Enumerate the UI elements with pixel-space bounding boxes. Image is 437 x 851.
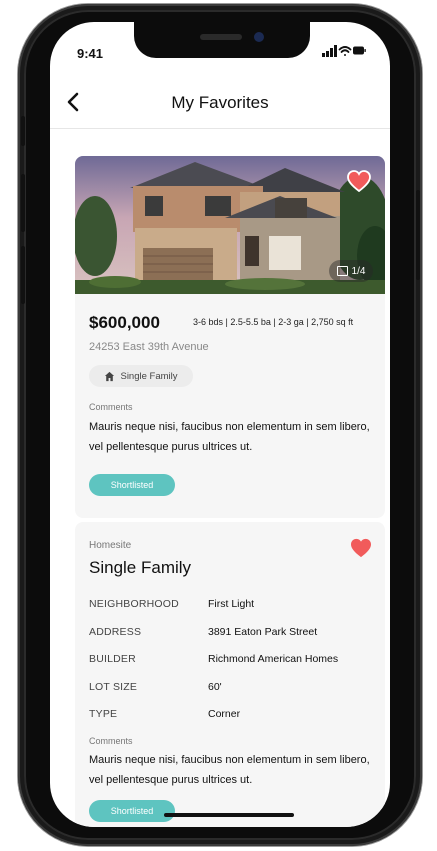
- comment-text: Mauris neque nisi, faucibus non elementu…: [89, 421, 370, 453]
- homesite-card[interactable]: Homesite Single Family NEIGHBORHOOD Firs…: [75, 522, 385, 827]
- property-type-chip: Single Family: [89, 365, 193, 387]
- detail-key-neighborhood: NEIGHBORHOOD: [89, 598, 179, 610]
- listing-card[interactable]: 1/4 $600,000 3-6 bds | 2.5-5.5 ba | 2-3 …: [75, 156, 385, 518]
- detail-value-address: 3891 Eaton Park Street: [208, 626, 318, 638]
- detail-value-neighborhood: First Light: [208, 598, 255, 610]
- app-screen: 9:41 My Favorites 1/4 $600,000 3-6 bds |…: [50, 22, 390, 827]
- comments-label: Comments: [89, 736, 133, 746]
- listing-address: 24253 East 39th Avenue: [89, 341, 209, 353]
- side-button-power: [416, 190, 420, 280]
- home-indicator: [164, 813, 294, 817]
- side-button-volume-up: [21, 174, 25, 232]
- detail-key-address: ADDRESS: [89, 626, 142, 638]
- listing-specs: 3-6 bds | 2.5-5.5 ba | 2-3 ga | 2,750 sq…: [193, 317, 354, 327]
- detail-key-type: TYPE: [89, 708, 118, 720]
- comment-text: Mauris neque nisi, faucibus non elementu…: [89, 754, 370, 786]
- camera: [254, 32, 264, 42]
- status-time: 9:41: [77, 46, 104, 61]
- battery-icon: [353, 46, 366, 55]
- listing-price: $600,000: [89, 313, 160, 332]
- home-icon: [105, 371, 115, 381]
- speaker: [200, 34, 242, 40]
- detail-key-lot-size: LOT SIZE: [89, 681, 138, 693]
- gallery-icon: [336, 266, 348, 276]
- detail-value-builder: Richmond American Homes: [208, 653, 339, 665]
- detail-value-lot-size: 60': [208, 681, 222, 693]
- homesite-title: Single Family: [89, 558, 192, 577]
- photo-counter-badge[interactable]: 1/4: [329, 260, 373, 282]
- heart-icon[interactable]: [350, 538, 372, 558]
- detail-key-builder: BUILDER: [89, 653, 136, 665]
- comments-label: Comments: [89, 402, 133, 412]
- photo-counter: 1/4: [351, 265, 366, 277]
- nav-bar: My Favorites: [50, 80, 390, 129]
- property-type-label: Single Family: [120, 370, 178, 382]
- wifi-icon: [338, 46, 352, 56]
- shortlisted-button[interactable]: Shortlisted: [89, 474, 175, 496]
- heart-icon[interactable]: [347, 170, 371, 192]
- side-button-volume-down: [21, 246, 25, 304]
- notch: [134, 22, 310, 58]
- detail-value-type: Corner: [208, 708, 241, 720]
- side-button-mute: [21, 116, 25, 146]
- signal-icon: [322, 45, 337, 57]
- shortlisted-button[interactable]: Shortlisted: [89, 800, 175, 822]
- homesite-label: Homesite: [89, 540, 132, 551]
- page-title: My Favorites: [171, 93, 269, 112]
- status-icons: [322, 45, 366, 57]
